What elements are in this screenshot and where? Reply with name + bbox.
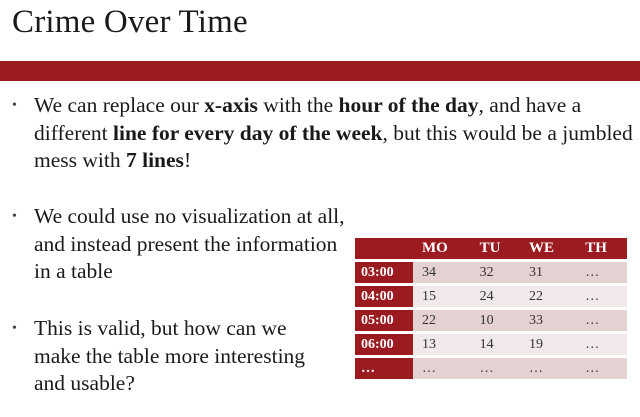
bullet-text-run: We can replace our: [34, 93, 205, 117]
table-cell: …: [576, 358, 627, 379]
bullet-point-1: • We can replace our x-axis with the hou…: [12, 92, 634, 175]
bullet-point-2: • We could use no visualization at all, …: [12, 203, 354, 286]
row-header: 03:00: [355, 262, 413, 283]
table-cell: 22: [519, 286, 577, 307]
table-row: … … … … …: [355, 358, 627, 379]
table-cell: 10: [470, 310, 520, 331]
table-cell: 33: [519, 310, 577, 331]
table-row: 04:00 15 24 22 …: [355, 286, 627, 307]
bullet-icon: •: [12, 321, 17, 336]
bullet-point-3: • This is valid, but how can we make the…: [12, 315, 334, 398]
column-header: TH: [576, 238, 627, 259]
slide-title: Crime Over Time: [12, 4, 248, 40]
table-cell: 22: [413, 310, 471, 331]
row-header: 05:00: [355, 310, 413, 331]
column-header: TU: [470, 238, 520, 259]
table-cell: …: [413, 358, 471, 379]
table-cell: 32: [470, 262, 520, 283]
row-header: 04:00: [355, 286, 413, 307]
table-cell: …: [576, 262, 627, 283]
bullet-text: We can replace our x-axis with the hour …: [34, 93, 633, 172]
bullet-text-run: with the: [257, 93, 339, 117]
bullet-text-run: This is valid, but how can we make the t…: [34, 316, 306, 395]
crime-by-hour-table: MO TU WE TH 03:00 34 32 31 … 04:00 15 24…: [355, 235, 627, 382]
table-header-row: MO TU WE TH: [355, 238, 627, 259]
table-row: 03:00 34 32 31 …: [355, 262, 627, 283]
bullet-icon: •: [12, 209, 17, 224]
table-cell: 19: [519, 334, 577, 355]
bullet-emphasis-text: line for every day of the week: [113, 120, 383, 145]
row-header: 06:00: [355, 334, 413, 355]
table-cell: …: [576, 334, 627, 355]
bullet-emphasis-text: 7 lines: [125, 148, 184, 172]
table-cell: 24: [470, 286, 520, 307]
table-cell: …: [576, 286, 627, 307]
bullet-text: This is valid, but how can we make the t…: [34, 316, 305, 395]
title-accent-bar: [0, 61, 640, 81]
table-cell: 14: [470, 334, 520, 355]
table-cell: 13: [413, 334, 471, 355]
bullet-emphasis-text: hour of the day: [338, 93, 479, 117]
table-row: 05:00 22 10 33 …: [355, 310, 627, 331]
table-cell: …: [519, 358, 577, 379]
bullet-text-run: We could use no visualization at all, an…: [34, 204, 345, 283]
table-corner-cell: [355, 238, 413, 259]
bullet-text-run: !: [183, 148, 192, 172]
bullet-text: We could use no visualization at all, an…: [34, 204, 345, 283]
column-header: WE: [519, 238, 577, 259]
table-cell: 31: [519, 262, 577, 283]
bullet-icon: •: [12, 98, 17, 113]
table-cell: 34: [413, 262, 471, 283]
table-row: 06:00 13 14 19 …: [355, 334, 627, 355]
table-cell: …: [470, 358, 520, 379]
column-header: MO: [413, 238, 471, 259]
bullet-emphasis-text: x-axis: [204, 93, 258, 117]
table-cell: …: [576, 310, 627, 331]
table-cell: 15: [413, 286, 471, 307]
row-header: …: [355, 358, 413, 379]
